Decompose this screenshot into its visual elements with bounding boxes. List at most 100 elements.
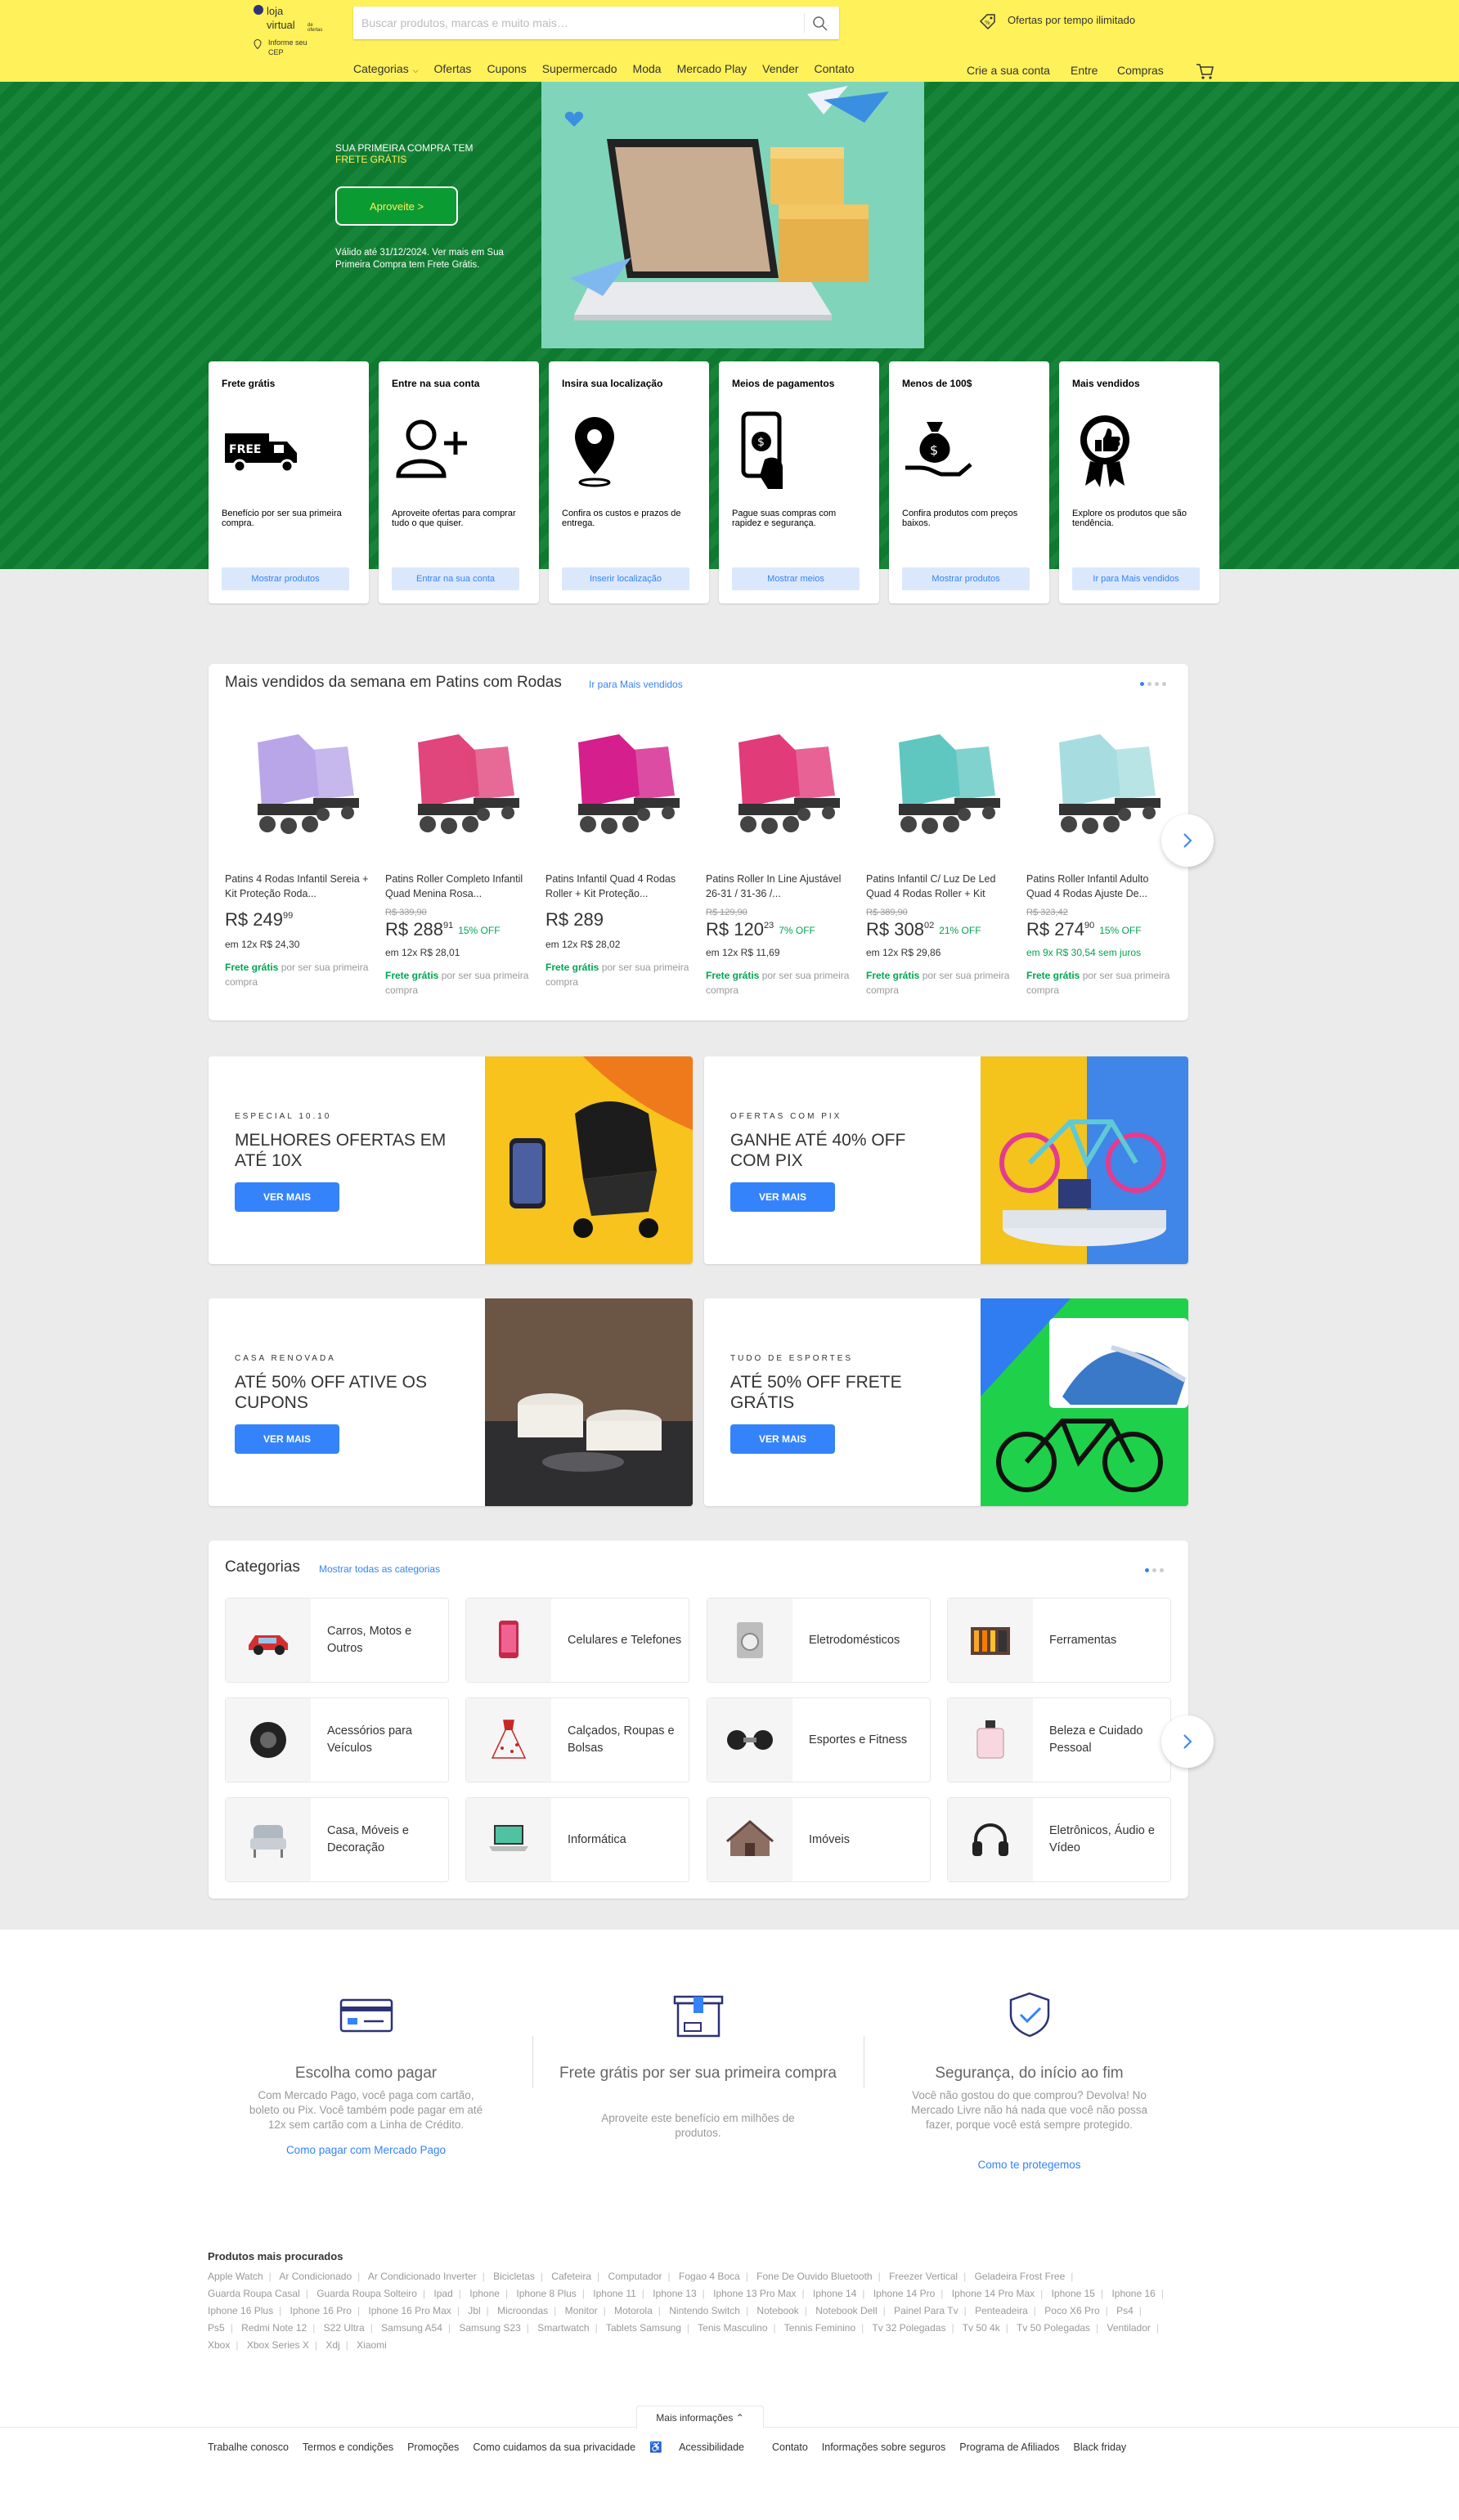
cep-label[interactable]: Informe seu — [268, 38, 308, 47]
popular-tag-link[interactable]: Iphone 16 Pro — [290, 2305, 366, 2316]
popular-tag-link[interactable]: Iphone 16 Plus — [208, 2305, 287, 2316]
popular-tag-link[interactable]: Iphone 15 — [1052, 2288, 1110, 2299]
feature-card[interactable]: Frete grátis FREE Benefício por ser sua … — [209, 361, 369, 603]
category-card[interactable]: Esportes e Fitness — [707, 1697, 931, 1782]
search-input[interactable] — [361, 13, 803, 33]
popular-tag-link[interactable]: Iphone 11 — [593, 2288, 650, 2299]
cart-icon[interactable] — [1196, 62, 1215, 80]
category-card[interactable]: Celulares e Telefones — [465, 1598, 689, 1683]
popular-tag-link[interactable]: Iphone 14 Pro — [873, 2288, 949, 2299]
popular-tag-link[interactable]: Iphone 14 Pro Max — [952, 2288, 1049, 2299]
product-name[interactable]: Patins Roller Completo Infantil Quad Men… — [385, 872, 532, 901]
popular-tag-link[interactable]: Microondas — [497, 2305, 562, 2316]
popular-tag-link[interactable]: Guarda Roupa Casal — [208, 2288, 314, 2299]
cep-label[interactable]: CEP — [268, 48, 284, 56]
banner-button[interactable]: VER MAIS — [730, 1182, 835, 1212]
see-all-categories-link[interactable]: Mostrar todas as categorias — [319, 1563, 440, 1575]
category-card[interactable]: Informática — [465, 1797, 689, 1882]
hero-cta-button[interactable]: Aproveite > — [335, 186, 458, 226]
category-card[interactable]: Imóveis — [707, 1797, 931, 1882]
popular-tag-link[interactable]: Fone De Ouvido Bluetooth — [756, 2271, 887, 2282]
popular-tag-link[interactable]: Painel Para Tv — [894, 2305, 972, 2316]
product-card[interactable]: Patins Roller Completo Infantil Quad Men… — [385, 710, 541, 1020]
nav-contact[interactable]: Contato — [815, 62, 855, 78]
banner-button[interactable]: VER MAIS — [235, 1424, 339, 1454]
carousel-dots[interactable] — [1145, 1568, 1164, 1572]
product-card[interactable]: Patins Roller In Line Ajustável 26-31 / … — [706, 710, 861, 1020]
category-card[interactable]: Ferramentas — [947, 1598, 1171, 1683]
popular-tag-link[interactable]: Iphone 16 — [1111, 2288, 1169, 2299]
popular-tag-link[interactable]: Iphone — [469, 2288, 514, 2299]
category-card[interactable]: Eletrônicos, Áudio e Vídeo — [947, 1797, 1171, 1882]
info-link[interactable]: Como pagar com Mercado Pago — [200, 2144, 532, 2156]
purchases-link[interactable]: Compras — [1117, 64, 1164, 77]
footer-link[interactable]: Contato — [772, 2442, 808, 2454]
product-card[interactable]: Patins Roller Infantil Adulto Quad 4 Rod… — [1026, 710, 1182, 1020]
popular-tag-link[interactable]: Computador — [608, 2271, 676, 2282]
category-card[interactable]: Acessórios para Veículos — [225, 1697, 449, 1782]
footer-link[interactable]: Black friday — [1074, 2442, 1127, 2454]
category-card[interactable]: Calçados, Roupas e Bolsas — [465, 1697, 689, 1782]
popular-tag-link[interactable]: Tv 50 Polegadas — [1017, 2322, 1104, 2334]
popular-tag-link[interactable]: Xdj — [325, 2339, 353, 2351]
category-card[interactable]: Beleza e Cuidado Pessoal — [947, 1697, 1171, 1782]
popular-tag-link[interactable]: Iphone 13 — [653, 2288, 711, 2299]
feature-card[interactable]: Insira sua localização Confira os custos… — [549, 361, 709, 603]
feature-button[interactable]: Mostrar produtos — [222, 567, 349, 590]
popular-tag-link[interactable]: Ps5 — [208, 2322, 239, 2334]
promo-banner[interactable]: CASA RENOVADA ATÉ 50% OFF ATIVE OS CUPON… — [209, 1298, 693, 1506]
carousel-next-button[interactable] — [1161, 814, 1214, 867]
popular-tag-link[interactable]: Nintendo Switch — [669, 2305, 754, 2316]
popular-tag-link[interactable]: Iphone 16 Pro Max — [368, 2305, 465, 2316]
popular-tag-link[interactable]: Ipad — [433, 2288, 466, 2299]
footer-link[interactable]: Termos e condições — [303, 2442, 393, 2454]
popular-tag-link[interactable]: Ar Condicionado — [279, 2271, 366, 2282]
popular-tag-link[interactable]: Samsung S23 — [459, 2322, 535, 2334]
footer-link[interactable]: Promoções — [407, 2442, 459, 2454]
popular-tag-link[interactable]: Iphone 8 Plus — [516, 2288, 590, 2299]
feature-card[interactable]: Entre na sua conta Aproveite ofertas par… — [379, 361, 539, 603]
category-card[interactable]: Eletrodomésticos — [707, 1598, 931, 1683]
product-card[interactable]: Patins 4 Rodas Infantil Sereia + Kit Pro… — [225, 710, 380, 1020]
footer-link[interactable]: ♿ Acessibilidade — [649, 2442, 758, 2454]
popular-tag-link[interactable]: Xiaomi — [357, 2339, 398, 2351]
nav-offers[interactable]: Ofertas — [434, 62, 472, 78]
info-link[interactable]: Como te protegemos — [864, 2159, 1195, 2171]
popular-tag-link[interactable]: Apple Watch — [208, 2271, 277, 2282]
feature-card[interactable]: Mais vendidos Explore os produtos que sã… — [1059, 361, 1219, 603]
see-all-link[interactable]: Ir para Mais vendidos — [589, 679, 683, 690]
popular-tag-link[interactable]: Bicicletas — [493, 2271, 549, 2282]
create-account-link[interactable]: Crie a sua conta — [967, 64, 1050, 77]
category-card[interactable]: Carros, Motos e Outros — [225, 1598, 449, 1683]
nav-mercado-play[interactable]: Mercado Play — [677, 62, 747, 78]
popular-tag-link[interactable]: Xbox Series X — [247, 2339, 323, 2351]
popular-tag-link[interactable]: Geladeira Frost Free — [975, 2271, 1080, 2282]
popular-tag-link[interactable]: Tablets Samsung — [606, 2322, 695, 2334]
more-info-button[interactable]: Mais informações ⌃ — [636, 2406, 764, 2428]
popular-tag-link[interactable]: S22 Ultra — [324, 2322, 379, 2334]
nav-coupons[interactable]: Cupons — [487, 62, 526, 78]
feature-card[interactable]: Meios de pagamentos $ Pague suas compras… — [719, 361, 879, 603]
category-card[interactable]: Casa, Móveis e Decoração — [225, 1797, 449, 1882]
popular-tag-link[interactable]: Monitor — [565, 2305, 612, 2316]
popular-tag-link[interactable]: Tennis Feminino — [784, 2322, 870, 2334]
product-card[interactable]: Patins Infantil Quad 4 Rodas Roller + Ki… — [545, 710, 701, 1020]
popular-tag-link[interactable]: Tv 32 Polegadas — [872, 2322, 959, 2334]
carousel-dots[interactable] — [1140, 682, 1166, 686]
nav-categories[interactable]: Categorias ⌵ — [353, 62, 419, 78]
banner-button[interactable]: VER MAIS — [730, 1424, 835, 1454]
feature-button[interactable]: Ir para Mais vendidos — [1072, 567, 1200, 590]
product-name[interactable]: Patins Roller In Line Ajustável 26-31 / … — [706, 872, 853, 901]
popular-tag-link[interactable]: Ventilador — [1107, 2322, 1165, 2334]
login-link[interactable]: Entre — [1071, 64, 1098, 77]
promo-banner[interactable]: TUDO DE ESPORTES ATÉ 50% OFF FRETE GRÁTI… — [704, 1298, 1188, 1506]
popular-tag-link[interactable]: Guarda Roupa Solteiro — [316, 2288, 431, 2299]
popular-tag-link[interactable]: Notebook — [756, 2305, 813, 2316]
promo-banner[interactable]: ESPECIAL 10.10 MELHORES OFERTAS EM ATÉ 1… — [209, 1056, 693, 1264]
popular-tag-link[interactable]: Motorola — [614, 2305, 667, 2316]
banner-button[interactable]: VER MAIS — [235, 1182, 339, 1212]
product-name[interactable]: Patins Roller Infantil Adulto Quad 4 Rod… — [1026, 872, 1174, 901]
popular-tag-link[interactable]: Tenis Masculino — [698, 2322, 782, 2334]
popular-tag-link[interactable]: Fogao 4 Boca — [679, 2271, 754, 2282]
footer-link[interactable]: Programa de Afiliados — [959, 2442, 1059, 2454]
